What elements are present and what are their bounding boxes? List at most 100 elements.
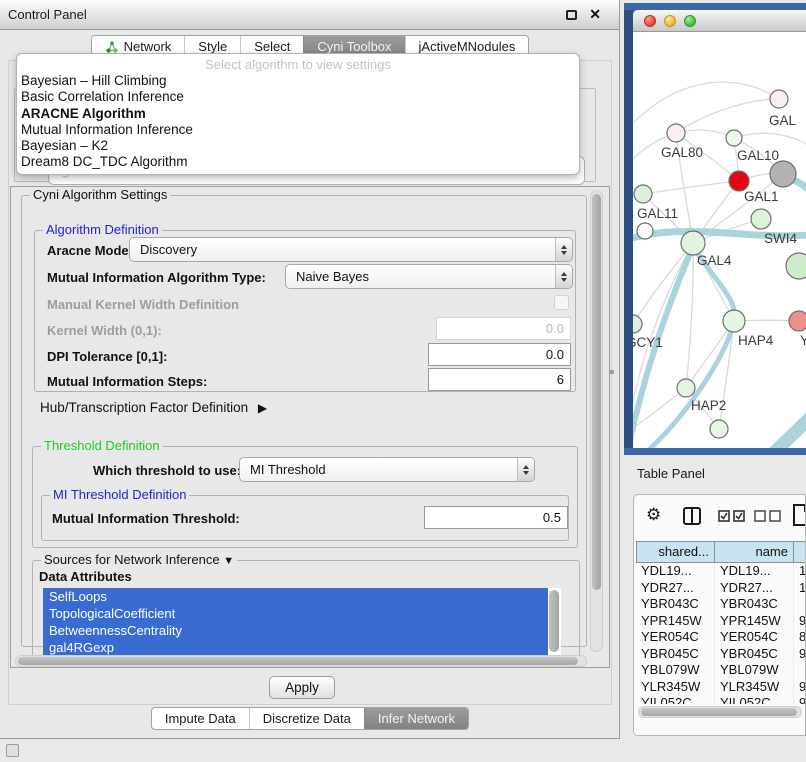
attribute-item[interactable]: TopologicalCoefficient bbox=[43, 605, 548, 622]
checked-checkboxes-icon[interactable] bbox=[718, 510, 746, 522]
apply-button[interactable]: Apply bbox=[269, 676, 335, 699]
column-header-cut[interactable] bbox=[794, 541, 806, 563]
node-gal80[interactable] bbox=[667, 124, 685, 142]
node-unlabeled-green[interactable] bbox=[786, 253, 806, 279]
mi-steps-field[interactable]: 6 bbox=[428, 368, 571, 391]
table-panel-window: ⚙ shared... name bbox=[633, 494, 806, 736]
cell-value: 13 bbox=[794, 563, 806, 580]
attribute-list-scrollbar[interactable] bbox=[549, 590, 559, 652]
network-window-shadow bbox=[624, 10, 633, 448]
node-gal4[interactable] bbox=[681, 231, 705, 255]
which-threshold-combobox[interactable]: MI Threshold bbox=[239, 457, 535, 482]
float-window-icon[interactable] bbox=[566, 10, 577, 20]
table-row[interactable]: YER054C YER054C 8. bbox=[636, 629, 806, 646]
cell-value: 9. bbox=[794, 646, 806, 663]
dropdown-placeholder: Select algorithm to view settings bbox=[17, 57, 579, 73]
dropdown-item[interactable]: Dream8 DC_TDC Algorithm bbox=[17, 154, 579, 170]
tab-impute-data[interactable]: Impute Data bbox=[152, 708, 249, 729]
table-row[interactable]: YBL079W YBL079W bbox=[636, 662, 806, 679]
hub-definition-label: Hub/Transcription Factor Definition bbox=[40, 400, 248, 415]
node-hap2[interactable] bbox=[677, 379, 695, 397]
mi-threshold-field[interactable]: 0.5 bbox=[424, 506, 568, 529]
table-toolbar: ⚙ bbox=[634, 495, 805, 537]
column-header-shared-name[interactable]: shared... bbox=[636, 541, 715, 563]
gear-icon[interactable]: ⚙ bbox=[646, 505, 661, 525]
attribute-item[interactable]: SelfLoops bbox=[43, 588, 548, 605]
table-horizontal-scrollbar[interactable] bbox=[638, 706, 802, 718]
node-unlabeled-white[interactable] bbox=[637, 223, 653, 239]
table-row-clipped[interactable]: YIL052C YIL052C 9 bbox=[636, 695, 806, 704]
cell-name: YPR145W bbox=[715, 613, 794, 630]
network-canvas[interactable]: GAL GAL80 GAL10 GAL1 GAL11 SWI4 GAL4 GCY… bbox=[633, 32, 806, 448]
dpi-tolerance-field[interactable]: 0.0 bbox=[428, 343, 571, 366]
attribute-item[interactable]: BetweennessCentrality bbox=[43, 622, 548, 639]
dpi-tolerance-label: DPI Tolerance [0,1]: bbox=[47, 349, 167, 364]
dropdown-item[interactable]: Bayesian – Hill Climbing bbox=[17, 73, 579, 89]
settings-horizontal-scrollbar-thumb[interactable] bbox=[18, 657, 578, 665]
cell-value: 12 bbox=[794, 580, 806, 597]
node-swi4[interactable] bbox=[751, 209, 771, 229]
node-label: GAL80 bbox=[661, 145, 703, 160]
dropdown-item-aracne[interactable]: ARACNE Algorithm bbox=[17, 106, 579, 122]
kernel-width-field[interactable]: 0.0 bbox=[436, 317, 571, 340]
new-table-icon[interactable] bbox=[792, 503, 806, 527]
aracne-mode-combobox[interactable]: Discovery bbox=[129, 237, 573, 262]
cell-shared-name: YER054C bbox=[636, 629, 715, 646]
node-gal10[interactable] bbox=[726, 130, 742, 146]
attribute-item[interactable]: gal4RGexp bbox=[43, 639, 548, 656]
unchecked-checkboxes-icon[interactable] bbox=[754, 510, 782, 522]
window-zoom-button[interactable] bbox=[684, 15, 696, 27]
table-row[interactable]: YDR27... YDR27... 12 bbox=[636, 580, 806, 597]
mi-steps-label: Mutual Information Steps: bbox=[47, 374, 207, 389]
cell-shared-name: YLR345W bbox=[636, 679, 715, 696]
table-horizontal-scrollbar-thumb[interactable] bbox=[641, 708, 797, 716]
table-row[interactable]: YBR045C YBR045C 9. bbox=[636, 646, 806, 663]
table-row[interactable]: YPR145W YPR145W 9. bbox=[636, 613, 806, 630]
window-minimize-button[interactable] bbox=[664, 15, 676, 27]
tab-label: Infer Network bbox=[378, 708, 455, 729]
node-label: GAL4 bbox=[697, 253, 732, 268]
manual-kernel-checkbox[interactable] bbox=[554, 295, 569, 310]
minimized-panel-icon[interactable] bbox=[6, 744, 19, 757]
node-salmon[interactable] bbox=[789, 311, 806, 331]
table-row[interactable]: YDL19... YDL19... 13 bbox=[636, 563, 806, 580]
table-row[interactable]: YLR345W YLR345W 9. bbox=[636, 679, 806, 696]
settings-horizontal-scrollbar[interactable] bbox=[15, 655, 587, 667]
control-panel-titlebar: Control Panel ✕ bbox=[0, 0, 619, 30]
tab-discretize-data[interactable]: Discretize Data bbox=[249, 708, 364, 729]
sources-title-text: Sources for Network Inference bbox=[44, 552, 220, 567]
cell-value bbox=[794, 662, 806, 679]
data-attributes-list: SelfLoops TopologicalCoefficient Between… bbox=[43, 588, 561, 656]
network-window-titlebar bbox=[633, 10, 806, 32]
manual-kernel-label: Manual Kernel Width Definition bbox=[47, 297, 239, 312]
node-gcy1[interactable] bbox=[633, 315, 642, 333]
tab-infer-network[interactable]: Infer Network bbox=[364, 708, 468, 729]
settings-vertical-scrollbar[interactable] bbox=[590, 190, 603, 652]
node-unlabeled-bottom[interactable] bbox=[710, 420, 728, 438]
close-icon[interactable]: ✕ bbox=[589, 6, 601, 23]
settings-vertical-scrollbar-thumb[interactable] bbox=[592, 194, 601, 590]
cell-value: 8. bbox=[794, 629, 806, 646]
column-header-name[interactable]: name bbox=[715, 541, 794, 563]
node-gal1-red[interactable] bbox=[729, 171, 749, 191]
node-label: HAP2 bbox=[691, 398, 726, 413]
column-browser-icon[interactable] bbox=[682, 506, 702, 526]
node-gal11[interactable] bbox=[634, 185, 652, 203]
dropdown-item[interactable]: Basic Correlation Inference bbox=[17, 89, 579, 105]
mi-type-combobox[interactable]: Naive Bayes bbox=[285, 264, 573, 289]
table-row[interactable]: YBR043C YBR043C bbox=[636, 596, 806, 613]
node-gal-partial[interactable] bbox=[770, 90, 788, 108]
mi-type-value: Naive Bayes bbox=[286, 265, 555, 288]
aracne-mode-value: Discovery bbox=[130, 238, 555, 261]
mi-threshold-label: Mutual Information Threshold: bbox=[52, 511, 240, 526]
mi-threshold-group: MI Threshold Definition Mutual Informati… bbox=[41, 495, 569, 541]
sources-group-title[interactable]: Sources for Network Inference ▼ bbox=[41, 552, 237, 567]
window-close-button[interactable] bbox=[644, 15, 656, 27]
hub-definition-toggle[interactable]: Hub/Transcription Factor Definition ▶ bbox=[40, 400, 267, 415]
node-gray[interactable] bbox=[770, 161, 796, 187]
node-hap4[interactable] bbox=[723, 310, 745, 332]
splitter-handle[interactable] bbox=[610, 370, 614, 374]
dropdown-item[interactable]: Mutual Information Inference bbox=[17, 122, 579, 138]
dropdown-item[interactable]: Bayesian – K2 bbox=[17, 138, 579, 154]
control-panel-window: Control Panel ✕ Network bbox=[0, 0, 620, 739]
